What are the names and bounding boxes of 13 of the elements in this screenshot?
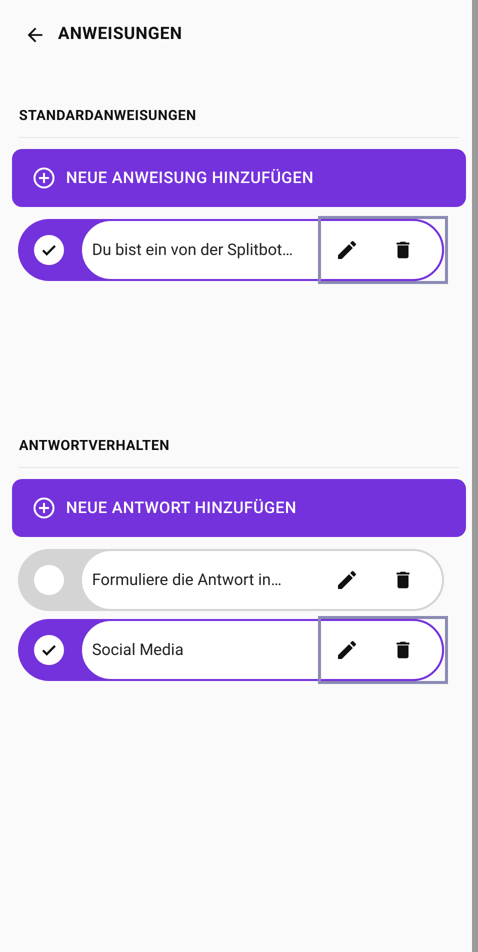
section-heading: STANDARDANWEISUNGEN bbox=[18, 106, 198, 126]
item-text: Formuliere die Antwort in… bbox=[92, 568, 283, 590]
plus-circle-icon bbox=[32, 166, 56, 190]
section-heading: ANTWORTVERHALTEN bbox=[18, 436, 171, 456]
toggle-item[interactable]: Social Media bbox=[18, 618, 444, 680]
toggle-item[interactable]: Formuliere die Antwort in… bbox=[18, 548, 444, 610]
plus-circle-icon bbox=[32, 496, 56, 520]
page-title: ANWEISUNGEN bbox=[58, 23, 182, 46]
add-button[interactable]: NEUE ANTWORT HINZUFÜGEN bbox=[12, 478, 466, 536]
item-text: Social Media bbox=[92, 638, 185, 660]
add-button[interactable]: NEUE ANWEISUNG HINZUFÜGEN bbox=[12, 148, 466, 206]
toggle-item[interactable]: Du bist ein von der Splitbot… bbox=[18, 218, 444, 280]
item-text: Du bist ein von der Splitbot… bbox=[92, 238, 294, 260]
